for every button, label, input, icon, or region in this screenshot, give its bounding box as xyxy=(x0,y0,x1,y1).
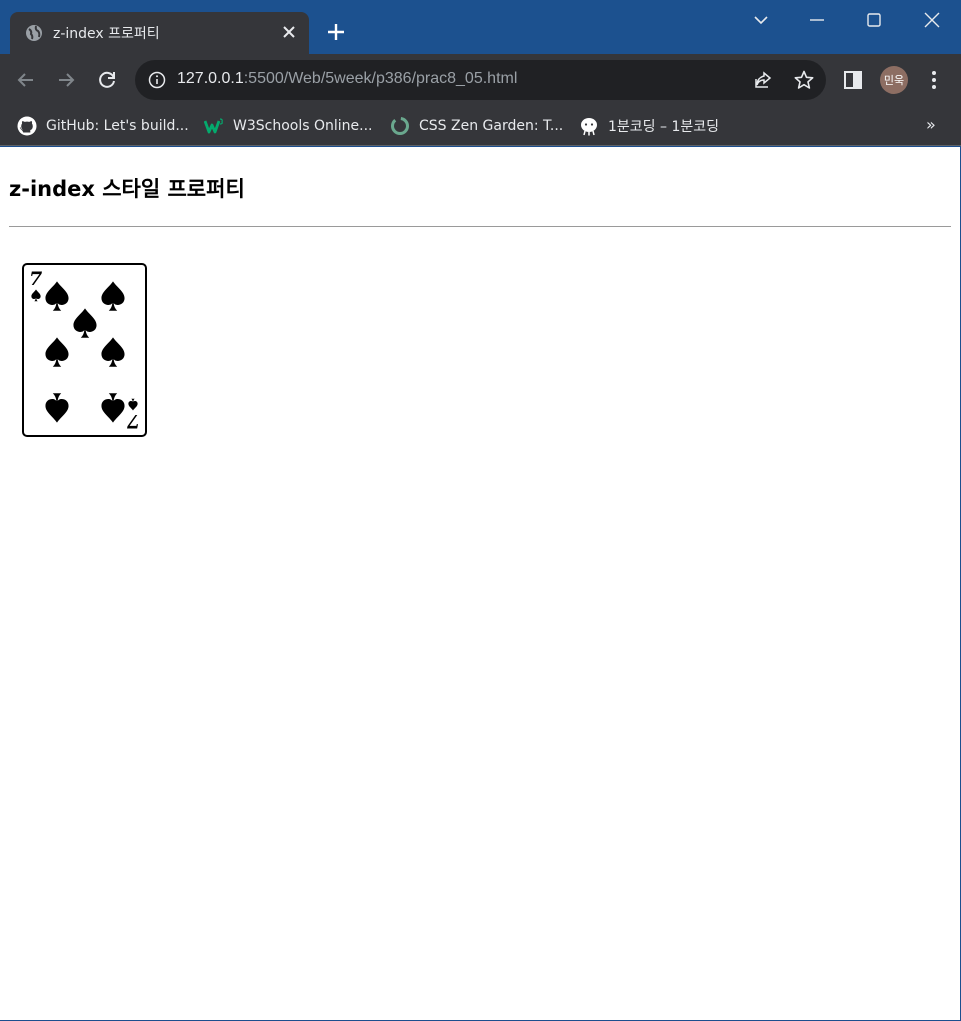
side-panel-icon[interactable] xyxy=(843,70,863,90)
bookmark-css-zen-garden[interactable]: CSS Zen Garden: T... xyxy=(390,114,563,138)
bookmark-label: CSS Zen Garden: T... xyxy=(419,118,564,134)
forward-arrow-icon[interactable] xyxy=(54,68,78,92)
browser-toolbar: 127.0.0.1:5500/Web/5week/p386/prac8_05.h… xyxy=(0,54,961,106)
bookmark-label: 1분코딩 – 1분코딩 xyxy=(608,119,719,135)
window-close-icon[interactable] xyxy=(922,10,942,30)
zen-garden-icon xyxy=(391,117,409,135)
spade-icon xyxy=(73,308,97,338)
spade-icon xyxy=(101,281,125,311)
close-icon[interactable] xyxy=(280,23,298,41)
spade-icon xyxy=(128,398,138,411)
share-icon[interactable] xyxy=(753,70,773,90)
card-face: 7 7 xyxy=(29,268,140,432)
bookmark-label: W3Schools Online... xyxy=(233,118,373,134)
more-vert-icon[interactable] xyxy=(924,68,944,92)
url-path: :5500/Web/5week/p386/prac8_05.html xyxy=(243,70,518,87)
page-viewport: z-index 스타일 프로퍼티 7 7 xyxy=(0,147,960,1020)
spade-icon xyxy=(45,281,69,311)
back-arrow-icon[interactable] xyxy=(14,68,38,92)
github-icon xyxy=(17,116,37,136)
card-rank-bottom: 7 xyxy=(127,410,140,432)
bookmark-w3schools[interactable]: W3Schools Online... xyxy=(204,114,372,138)
new-tab-icon[interactable] xyxy=(325,21,347,43)
profile-avatar[interactable]: 민욱 xyxy=(880,66,908,94)
url-text[interactable]: 127.0.0.1:5500/Web/5week/p386/prac8_05.h… xyxy=(177,70,517,88)
browser-tab[interactable]: z-index 프로퍼티 xyxy=(10,12,309,54)
bookmark-star-icon[interactable] xyxy=(793,69,815,91)
spade-icon xyxy=(45,337,69,367)
spade-icon xyxy=(101,337,125,367)
bookmark-github[interactable]: GitHub: Let's build... xyxy=(17,114,189,138)
minimize-icon[interactable] xyxy=(807,10,827,30)
address-bar[interactable]: 127.0.0.1:5500/Web/5week/p386/prac8_05.h… xyxy=(135,60,826,100)
bookmarks-bar: GitHub: Let's build... W3Schools Online.… xyxy=(0,106,961,146)
url-host: 127.0.0.1 xyxy=(177,70,244,87)
card-rank-top: 7 xyxy=(29,268,42,290)
browser-titlebar: z-index 프로퍼티 xyxy=(0,0,961,54)
maximize-icon[interactable] xyxy=(864,10,884,30)
reload-icon[interactable] xyxy=(95,68,119,92)
site-info-icon[interactable] xyxy=(148,71,166,89)
bookmarks-overflow-icon[interactable]: » xyxy=(926,117,942,134)
bookmark-label: GitHub: Let's build... xyxy=(46,118,189,134)
horizontal-rule xyxy=(9,226,951,227)
spade-icon xyxy=(31,289,41,302)
spade-icon xyxy=(101,393,125,423)
tab-search-chevron-icon[interactable] xyxy=(751,10,771,30)
page-title: z-index 스타일 프로퍼티 xyxy=(9,177,245,201)
bookmark-1min-coding[interactable]: 1분코딩 – 1분코딩 xyxy=(579,114,719,138)
1min-coding-icon xyxy=(581,118,597,136)
playing-card-seven-of-spades: 7 7 xyxy=(22,263,147,437)
globe-icon xyxy=(26,25,42,41)
w3schools-icon xyxy=(204,118,223,134)
tab-title: z-index 프로퍼티 xyxy=(53,26,160,42)
spade-icon xyxy=(45,393,69,423)
